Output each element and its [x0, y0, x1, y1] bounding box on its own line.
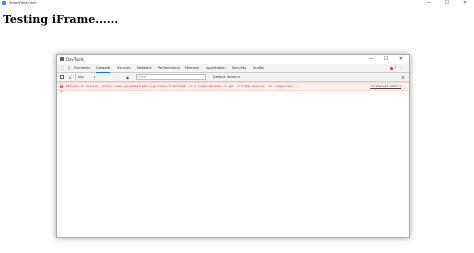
devtools-tabbar: ⬚ ▯ Elements Console Sources Network Per… — [57, 64, 409, 73]
device-toolbar-icon[interactable]: ▯ — [66, 65, 72, 70]
tab-audits[interactable]: Audits — [253, 64, 264, 72]
devtools-title: DevTools — [66, 56, 84, 62]
tab-performance[interactable]: Performance — [158, 64, 180, 72]
live-expression-eye-icon[interactable]: ◉ — [124, 75, 131, 80]
close-icon[interactable]: ✕ — [457, 0, 473, 7]
filter-input[interactable] — [136, 74, 206, 80]
more-options-icon[interactable]: ⋮ — [399, 65, 404, 70]
clear-console-icon[interactable]: ⊘ — [67, 75, 73, 80]
browser-app-icon — [2, 1, 6, 5]
toolbar-divider — [75, 74, 76, 80]
inspect-element-icon[interactable]: ⬚ — [59, 65, 65, 70]
minimize-icon[interactable]: — — [421, 0, 437, 7]
log-levels-select[interactable]: Default levels ▾ — [213, 74, 240, 80]
devtools-window: DevTools — ☐ ✕ ⬚ ▯ Elements Console Sour… — [56, 54, 410, 238]
devtools-maximize-icon[interactable]: ☐ — [379, 55, 393, 64]
console-sidebar-icon[interactable] — [60, 74, 64, 79]
console-prompt[interactable]: > — [57, 89, 409, 95]
tab-console[interactable]: Console — [96, 64, 110, 73]
tab-security[interactable]: Security — [232, 64, 246, 72]
browser-title: iframeTest.html — [9, 1, 37, 5]
prompt-caret-icon: > — [60, 89, 64, 94]
tab-elements[interactable]: Elements — [74, 64, 90, 72]
error-icon: × — [60, 85, 63, 88]
devtools-titlebar: DevTools — ☐ ✕ — [57, 55, 409, 64]
maximize-icon[interactable]: ☐ — [439, 0, 455, 7]
console-toolbar: ⊘ top ▾ ◉ Default levels ▾ ⚙ — [57, 73, 409, 82]
tab-sources[interactable]: Sources — [117, 64, 131, 72]
devtools-close-icon[interactable]: ✕ — [394, 55, 408, 64]
error-count[interactable]: 1 — [393, 65, 398, 70]
context-select[interactable]: top — [78, 74, 84, 80]
tab-memory[interactable]: Memory — [185, 64, 199, 72]
browser-titlebar: iframeTest.html — ☐ ✕ — [0, 0, 474, 8]
tab-network[interactable]: Network — [137, 64, 152, 72]
devtools-app-icon — [60, 57, 64, 61]
devtools-minimize-icon[interactable]: — — [364, 55, 378, 64]
context-dropdown-icon[interactable]: ▾ — [92, 75, 97, 80]
console-settings-gear-icon[interactable]: ⚙ — [400, 75, 406, 80]
tab-application[interactable]: Application — [206, 64, 226, 72]
page-heading: Testing iFrame...... — [3, 13, 119, 26]
